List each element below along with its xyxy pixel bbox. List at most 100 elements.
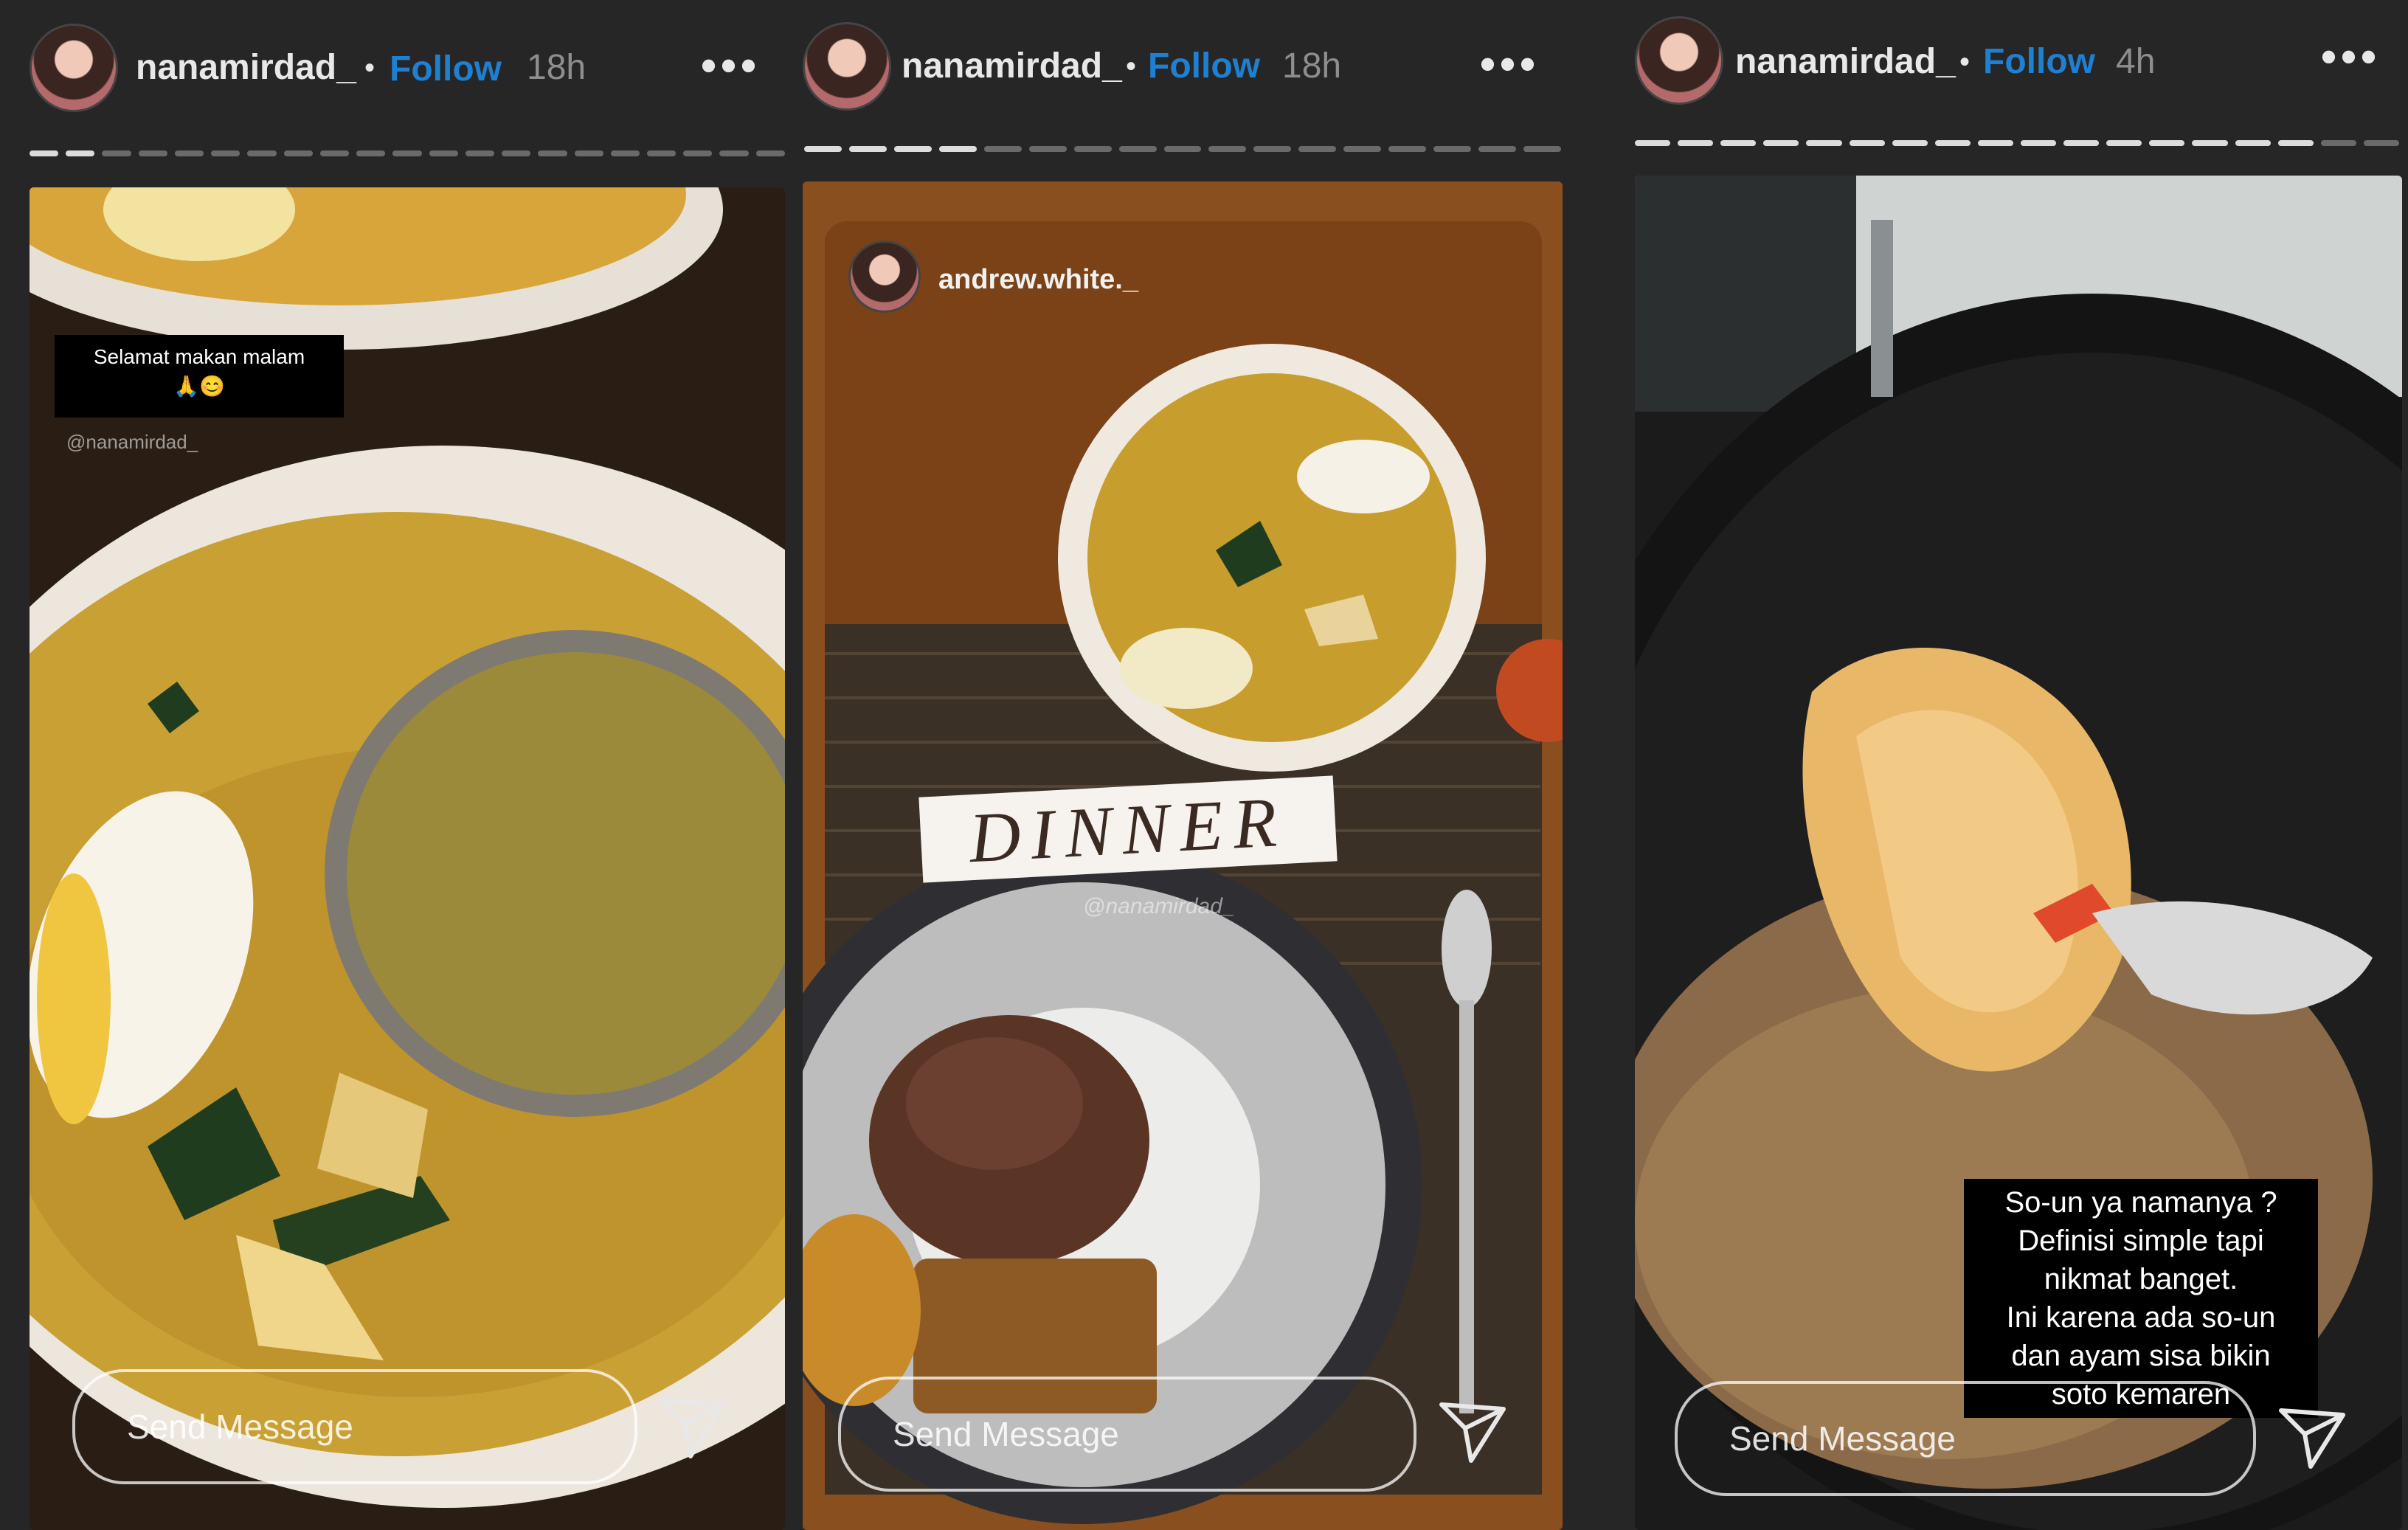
progress-segment: [938, 146, 977, 152]
send-message-placeholder: Send Message: [127, 1408, 353, 1446]
story-image-dinner[interactable]: andrew.white._ DINNER @nanamirdad_: [803, 181, 1563, 1530]
progress-segment: [1073, 146, 1112, 152]
progress-segment: [319, 150, 350, 156]
progress-segment: [1388, 146, 1427, 152]
progress-segment: [848, 146, 887, 152]
progress-segment: [1934, 140, 1971, 146]
caption-line: So-un ya namanya ?: [2004, 1186, 2277, 1219]
send-message-placeholder: Send Message: [1729, 1419, 1956, 1458]
progress-segment: [283, 150, 313, 156]
more-options-icon[interactable]: •••: [1480, 38, 1540, 89]
caption-box: Selamat makan malam 🙏😊: [55, 335, 344, 418]
more-options-icon[interactable]: •••: [2321, 31, 2381, 82]
story-image-soup[interactable]: Selamat makan malam 🙏😊 @nanamirdad_: [30, 187, 785, 1530]
avatar[interactable]: [1635, 16, 1723, 105]
caption-line: dan ayam sisa bikin: [2011, 1340, 2271, 1372]
progress-segment: [1163, 146, 1202, 152]
progress-segment: [2149, 140, 2185, 146]
story-panel-1: nanamirdad_ • Follow 18h ••• Selamat mak…: [0, 0, 797, 1530]
progress-segment: [1298, 146, 1337, 152]
progress-segment: [1849, 140, 1885, 146]
post-time: 18h: [527, 48, 587, 87]
progress-segment: [102, 150, 131, 156]
progress-segment: [392, 150, 422, 156]
separator-dot: •: [364, 52, 376, 84]
send-message-input[interactable]: Send Message: [1675, 1381, 2256, 1496]
send-icon[interactable]: [2275, 1405, 2349, 1471]
progress-segment: [2320, 140, 2356, 146]
progress-segment: [610, 150, 640, 156]
progress-segment: [66, 150, 95, 156]
story-progress-bar: [1635, 140, 2399, 146]
progress-segment: [1253, 146, 1292, 152]
progress-segment: [1118, 146, 1157, 152]
story-image-noodles[interactable]: So-un ya namanya ? Definisi simple tapi …: [1635, 176, 2402, 1530]
progress-segment: [538, 150, 567, 156]
progress-segment: [1892, 140, 1928, 146]
progress-segment: [893, 146, 932, 152]
send-message-input[interactable]: Send Message: [72, 1369, 637, 1484]
progress-segment: [804, 146, 842, 152]
progress-segment: [1763, 140, 1799, 146]
story-progress-bar: [804, 146, 1561, 152]
send-message-placeholder: Send Message: [893, 1415, 1119, 1453]
progress-segment: [429, 150, 458, 156]
progress-segment: [683, 150, 713, 156]
progress-segment: [465, 150, 495, 156]
post-time: 18h: [1282, 46, 1342, 86]
progress-segment: [1433, 146, 1472, 152]
send-message-input[interactable]: Send Message: [838, 1377, 1416, 1492]
progress-segment: [1478, 146, 1516, 152]
progress-segment: [502, 150, 531, 156]
username[interactable]: nanamirdad_: [902, 46, 1122, 86]
follow-button[interactable]: Follow: [1148, 46, 1260, 86]
progress-segment: [719, 150, 749, 156]
progress-segment: [247, 150, 277, 156]
mention-tag[interactable]: @nanamirdad_: [1083, 894, 1235, 919]
avatar[interactable]: [803, 22, 891, 111]
progress-segment: [1678, 140, 1714, 146]
username[interactable]: nanamirdad_: [1735, 41, 1956, 82]
dinner-sticker-text: DINNER: [967, 781, 1289, 877]
caption-text: Selamat makan malam: [93, 345, 305, 368]
story-panel-3: nanamirdad_ • Follow 4h ••• So-un ya nam…: [1635, 0, 2408, 1530]
follow-button[interactable]: Follow: [390, 49, 502, 89]
username[interactable]: nanamirdad_: [136, 47, 356, 88]
progress-segment: [983, 146, 1022, 152]
more-options-icon[interactable]: •••: [701, 40, 761, 91]
progress-segment: [2235, 140, 2271, 146]
separator-dot: •: [1959, 46, 1971, 78]
progress-segment: [1028, 146, 1067, 152]
progress-segment: [755, 150, 785, 156]
caption-line: nikmat banget.: [2044, 1263, 2238, 1295]
progress-segment: [1523, 146, 1561, 152]
progress-segment: [1806, 140, 1842, 146]
follow-button[interactable]: Follow: [1983, 41, 2095, 82]
progress-segment: [574, 150, 603, 156]
separator-dot: •: [1126, 50, 1137, 83]
progress-segment: [30, 150, 59, 156]
story-header: nanamirdad_ • Follow 18h •••: [803, 0, 1582, 133]
progress-segment: [174, 150, 204, 156]
send-icon[interactable]: [1436, 1399, 1509, 1465]
post-time: 4h: [2116, 42, 2156, 81]
progress-segment: [1720, 140, 1757, 146]
progress-segment: [646, 150, 677, 156]
progress-segment: [2363, 140, 2399, 146]
mention-tag[interactable]: @nanamirdad_: [66, 431, 198, 454]
story-panel-2: nanamirdad_ • Follow 18h ••• andrew.whit…: [803, 0, 1582, 1530]
progress-segment: [2106, 140, 2142, 146]
progress-segment: [1343, 146, 1382, 152]
story-header: nanamirdad_ • Follow 4h •••: [1635, 0, 2408, 133]
avatar[interactable]: [30, 24, 118, 112]
progress-segment: [2192, 140, 2228, 146]
progress-segment: [211, 150, 241, 156]
progress-segment: [1208, 146, 1247, 152]
send-icon[interactable]: [655, 1394, 729, 1461]
shared-username[interactable]: andrew.white._: [938, 264, 1138, 296]
progress-segment: [2277, 140, 2314, 146]
progress-segment: [2063, 140, 2100, 146]
progress-segment: [2020, 140, 2057, 146]
caption-line: Definisi simple tapi: [2018, 1225, 2264, 1257]
shared-avatar[interactable]: [848, 240, 921, 313]
